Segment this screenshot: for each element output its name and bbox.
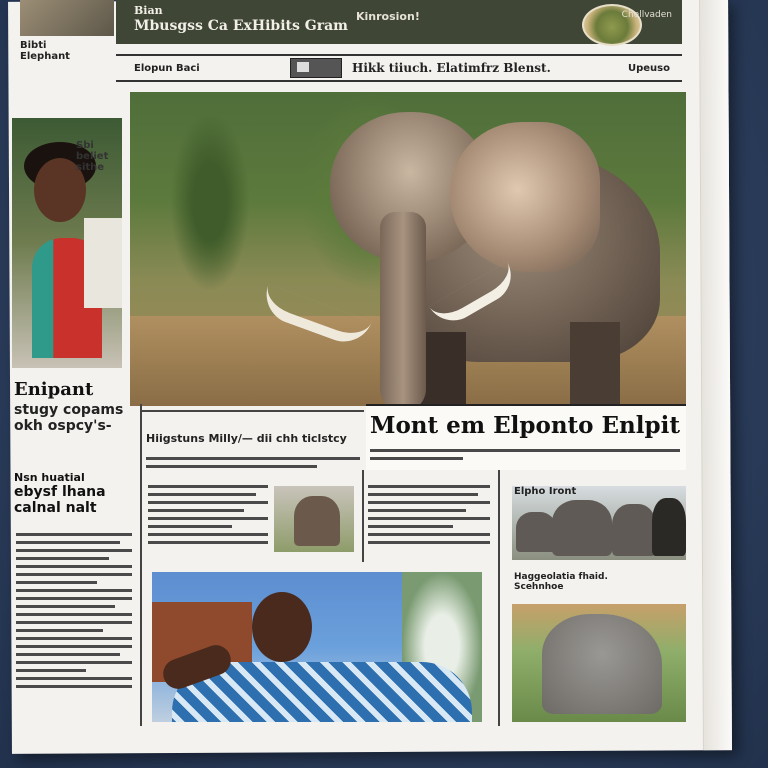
masthead-title-main: Mbusgss Ca ExHibits Gram — [134, 18, 348, 34]
elephant-herd-photo — [512, 486, 686, 560]
column-divider — [142, 410, 364, 412]
sign — [84, 218, 122, 308]
head — [252, 592, 312, 662]
nav-headline: Hikk tiiuch. Elatimfrz Blenst. — [352, 61, 551, 75]
elephant — [516, 512, 556, 552]
elephant-leg — [420, 332, 466, 406]
elephant-trunk — [380, 212, 426, 406]
small-elephant-photo — [274, 486, 354, 552]
sign-text: Sbi beliet sithe — [76, 140, 109, 173]
elephant — [542, 614, 662, 714]
masthead-subtitle: Kinrosion! — [356, 10, 420, 23]
sub-headline: Hiigstuns Milly/— dii chh ticlstcy — [146, 432, 347, 445]
body-text — [146, 452, 360, 472]
man-photo — [152, 572, 482, 722]
body-text — [16, 528, 132, 718]
masthead: Bian Mbusgss Ca ExHibits Gram Kinrosion!… — [116, 0, 682, 46]
right-top-label: Elpho Iront — [514, 486, 577, 497]
body-text — [370, 444, 680, 466]
column-divider — [362, 470, 364, 562]
column-divider — [140, 404, 142, 726]
left-headline-2-bold: ebysf lhana calnal nalt — [14, 484, 106, 516]
right-bottom-label: Haggeolatia fhaid. Scehnhoe — [514, 572, 608, 592]
left-subheadline: stugy copams okh ospcy's- — [14, 402, 124, 434]
elephant-ear — [450, 122, 600, 272]
corner-photo — [20, 0, 114, 36]
nav-right: Upeuso — [627, 62, 670, 74]
nav-bar: Elopun Baci Hikk tiiuch. Elatimfrz Blens… — [116, 54, 682, 82]
masthead-right: Chellvaden — [621, 10, 672, 20]
main-elephant-photo — [130, 92, 686, 406]
camera-icon — [290, 58, 342, 78]
masthead-title: Bian — [134, 4, 163, 17]
elephant-photo-bottom — [512, 604, 686, 722]
corner-label: Bibti Elephant — [20, 40, 70, 62]
left-headline: Enipant — [14, 379, 94, 400]
body-text — [368, 480, 490, 558]
elephant — [612, 504, 656, 556]
tree — [170, 112, 250, 292]
elephant-leg — [570, 322, 620, 406]
elephant — [552, 500, 612, 556]
body-text — [148, 480, 268, 558]
elephant — [652, 498, 686, 556]
paper-edge — [699, 0, 732, 751]
nav-left: Elopun Baci — [134, 62, 200, 74]
big-headline: Mont em Elponto Enlpit — [370, 412, 680, 439]
column-divider — [498, 470, 500, 726]
